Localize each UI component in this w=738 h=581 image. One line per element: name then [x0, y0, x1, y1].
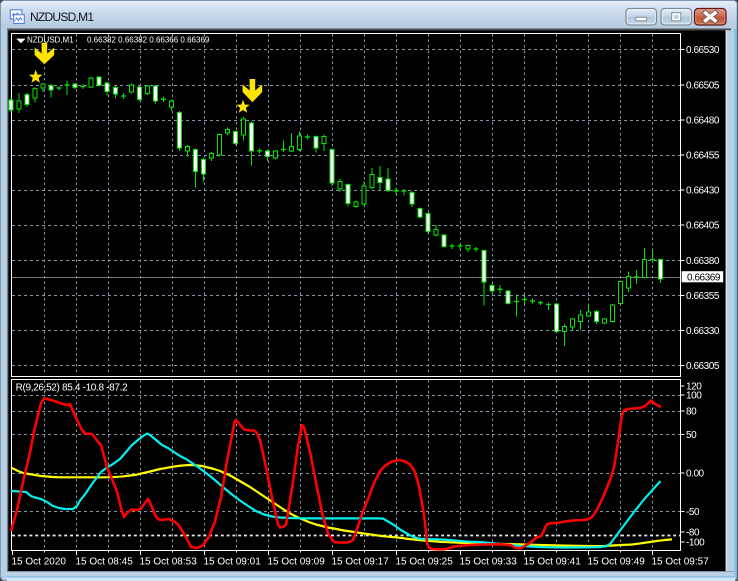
svg-text:0.66530: 0.66530 — [686, 45, 720, 56]
svg-text:15 Oct 09:41: 15 Oct 09:41 — [524, 557, 582, 568]
svg-text:15 Oct 09:25: 15 Oct 09:25 — [396, 557, 454, 568]
svg-text:-100: -100 — [686, 538, 705, 549]
svg-text:-50: -50 — [686, 507, 700, 518]
svg-text:0.66305: 0.66305 — [686, 361, 720, 372]
svg-text:0.66355: 0.66355 — [686, 291, 720, 302]
svg-text:0.66330: 0.66330 — [686, 326, 720, 337]
svg-text:100: 100 — [686, 391, 702, 402]
svg-text:NZDUSD,M1 0.66382 0.66382: NZDUSD,M1 0.66382 0.66382 0.66366 0.6636… — [27, 36, 210, 45]
svg-text:R(9,26,52) 85.4 -10.8 -87.2: R(9,26,52) 85.4 -10.8 -87.2 — [16, 383, 128, 394]
svg-text:0.66369: 0.66369 — [687, 273, 721, 284]
svg-text:0.66455: 0.66455 — [686, 151, 720, 162]
svg-text:50: 50 — [686, 430, 697, 441]
svg-text:15 Oct 09:17: 15 Oct 09:17 — [332, 557, 390, 568]
svg-text:15 Oct 09:49: 15 Oct 09:49 — [588, 557, 646, 568]
svg-text:80: 80 — [686, 407, 697, 418]
svg-text:0.66480: 0.66480 — [686, 116, 720, 127]
svg-text:0.00: 0.00 — [686, 469, 705, 480]
svg-text:0.66430: 0.66430 — [686, 186, 720, 197]
svg-text:NZDUSD,M1: NZDUSD,M1 — [30, 10, 94, 24]
svg-text:0.66505: 0.66505 — [686, 81, 720, 92]
svg-text:15 Oct 2020: 15 Oct 2020 — [12, 557, 67, 568]
svg-text:15 Oct 09:01: 15 Oct 09:01 — [204, 557, 262, 568]
svg-text:15 Oct 09:33: 15 Oct 09:33 — [460, 557, 518, 568]
svg-text:15 Oct 08:45: 15 Oct 08:45 — [76, 557, 134, 568]
svg-text:15 Oct 08:53: 15 Oct 08:53 — [140, 557, 198, 568]
svg-text:15 Oct 09:57: 15 Oct 09:57 — [652, 557, 710, 568]
svg-text:0.66380: 0.66380 — [686, 256, 720, 267]
svg-text:0.66405: 0.66405 — [686, 221, 720, 232]
svg-text:15 Oct 09:09: 15 Oct 09:09 — [268, 557, 326, 568]
